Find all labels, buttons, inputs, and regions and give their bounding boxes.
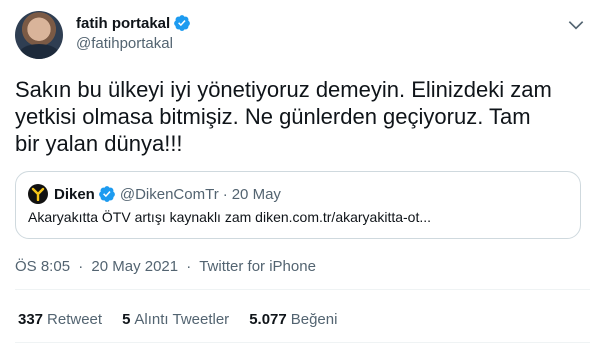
retweet-number: 337 (18, 311, 44, 328)
meta-separator: · (78, 258, 84, 275)
tweet-meta: ÖS 8:05 · 20 May 2021 · Twitter for iPho… (15, 258, 316, 275)
tweet-time[interactable]: ÖS 8:05 (15, 258, 70, 275)
avatar-shirt (19, 44, 59, 59)
quoted-tweet-text: Akaryakıtta ÖTV artışı kaynaklı zam dike… (28, 209, 432, 225)
author-handle[interactable]: @fatihportakal (76, 35, 173, 52)
tweet-card: fatih portakal @fatihportakal Sakın bu ü… (0, 0, 604, 348)
quoted-tweet-header: Diken @DikenComTr · 20 May (28, 184, 281, 204)
tweet-stats: 337 Retweet 5 Alıntı Tweetler 5.077 Beğeni (18, 311, 357, 328)
author-name-row: fatih portakal (76, 14, 191, 32)
quoted-time[interactable]: 20 May (232, 186, 281, 203)
divider (15, 289, 590, 290)
meta-separator: · (186, 258, 192, 275)
retweet-count[interactable]: 337 Retweet (18, 311, 102, 328)
retweet-label: Retweet (47, 311, 103, 328)
diken-logo-icon (28, 184, 48, 204)
avatar[interactable] (15, 11, 63, 59)
author-name[interactable]: fatih portakal (76, 15, 170, 32)
quote-label: Alıntı Tweetler (134, 311, 230, 328)
like-count[interactable]: 5.077 Beğeni (249, 311, 337, 328)
like-number: 5.077 (249, 311, 287, 328)
quoted-separator: · (222, 185, 228, 203)
quoted-tweet[interactable]: Diken @DikenComTr · 20 May Akaryakıtta Ö… (15, 171, 581, 239)
quoted-author-handle: @DikenComTr (119, 185, 219, 203)
quote-count[interactable]: 5 Alıntı Tweetler (122, 311, 229, 328)
quoted-author-name: Diken (54, 185, 95, 203)
tweet-date[interactable]: 20 May 2021 (91, 258, 178, 275)
like-label: Beğeni (290, 311, 338, 328)
chevron-down-icon[interactable] (566, 15, 586, 35)
verified-badge-icon (174, 15, 191, 31)
tweet-text: Sakın bu ülkeyi iyi yönetiyoruz demeyin.… (15, 77, 552, 156)
verified-badge-icon (98, 186, 115, 202)
quote-number: 5 (122, 311, 131, 328)
divider (15, 342, 590, 343)
tweet-source[interactable]: Twitter for iPhone (199, 258, 316, 275)
